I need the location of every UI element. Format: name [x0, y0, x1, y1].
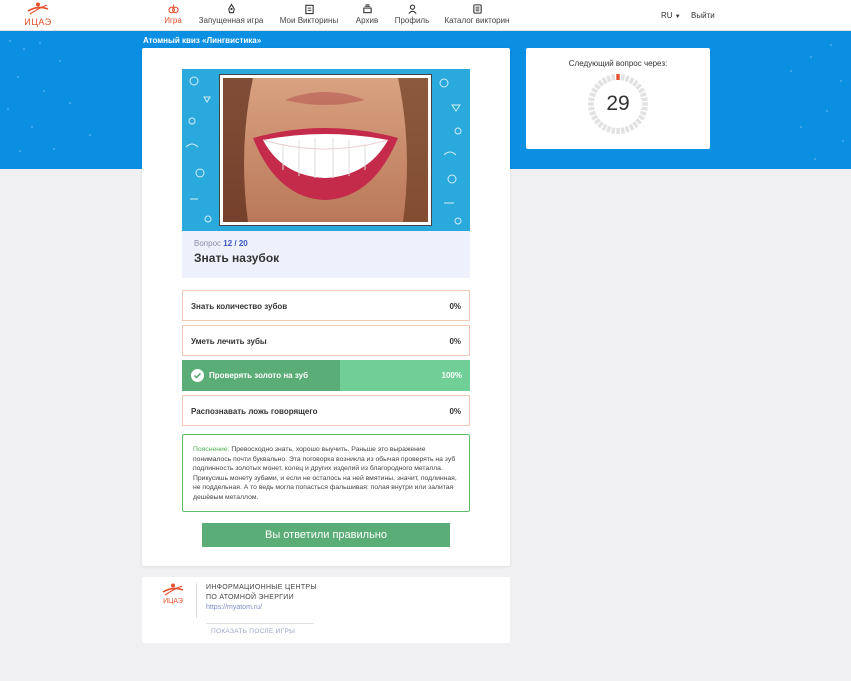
archive-icon — [362, 4, 372, 14]
timer-tick — [635, 118, 643, 125]
answer-option[interactable]: Знать количество зубов 0% — [182, 290, 470, 321]
question-box: Вопрос 12 / 20 Знать назубок — [182, 231, 470, 278]
next-question-timer: Следующий вопрос через: 29 — [526, 48, 710, 149]
question-image — [182, 69, 470, 231]
explanation-text: Превосходно знать, хорошо выучить. Раньш… — [193, 446, 457, 501]
question-prefix: Вопрос — [194, 239, 222, 248]
answer-label: Уметь лечить зубы — [191, 337, 267, 346]
timer-tick — [593, 83, 601, 90]
timer-tick — [611, 127, 616, 134]
timer-tick — [628, 123, 635, 131]
quiz-title: Атомный квиз «Лингвистика» — [143, 36, 262, 45]
timer-label: Следующий вопрос через: — [568, 59, 668, 68]
timer-tick — [620, 74, 625, 81]
quizzes-icon — [304, 4, 314, 15]
smile-illustration — [223, 78, 428, 222]
timer-tick — [597, 121, 604, 129]
answer-percent: 0% — [449, 302, 461, 311]
timer-tick — [593, 118, 601, 125]
profile-icon — [407, 4, 417, 14]
explanation-heading: Пояснение: — [193, 446, 230, 453]
answer-percent: 0% — [449, 407, 461, 416]
site-logo[interactable]: ИЦАЭ — [20, 2, 56, 28]
question-card: Вопрос 12 / 20 Знать назубок Знать колич… — [142, 48, 510, 566]
nav-item-game[interactable]: Игра — [161, 3, 185, 29]
nav-item-catalog[interactable]: Каталог викторин — [444, 3, 510, 29]
footer-divider — [196, 583, 197, 618]
timer-tick — [601, 123, 608, 131]
show-after-game-link[interactable]: ПОКАЗАТЬ ПОСЛЕ ИГРЫ — [211, 628, 295, 635]
organization-name: ИНФОРМАЦИОННЫЕ ЦЕНТРЫ ПО АТОМНОЙ ЭНЕРГИИ — [206, 583, 317, 603]
footer-logo: ИЦАЭ — [159, 583, 187, 611]
organization-line-1: ИНФОРМАЦИОННЫЕ ЦЕНТРЫ — [206, 584, 317, 591]
timer-tick — [635, 83, 643, 90]
nav-item-profile[interactable]: Профиль — [394, 3, 430, 29]
gamepad-icon — [167, 4, 179, 14]
answer-option[interactable]: Распознавать ложь говорящего 0% — [182, 395, 470, 426]
organization-url[interactable]: https://myatom.ru/ — [206, 604, 262, 611]
organization-line-2: ПО АТОМНОЙ ЭНЕРГИИ — [206, 594, 294, 601]
timer-tick — [620, 127, 625, 134]
language-label: RU — [661, 11, 673, 20]
rocket-icon — [227, 3, 235, 14]
caret-down-icon: ▼ — [674, 14, 681, 20]
timer-tick — [606, 125, 612, 133]
logo-text: ИЦАЭ — [24, 17, 52, 27]
nav-label-catalog: Каталог викторин — [444, 16, 510, 25]
timer-tick — [606, 75, 612, 83]
timer-tick — [637, 114, 645, 121]
timer-tick — [601, 77, 608, 85]
nav-item-my-quizzes[interactable]: Мои Викторины — [278, 3, 340, 29]
banner-texture — [7, 40, 91, 152]
answer-label: Распознавать ложь говорящего — [191, 407, 318, 416]
nav-label-game: Игра — [164, 16, 182, 25]
language-selector[interactable]: RU ▼ — [661, 11, 681, 20]
atom-logo-icon — [162, 583, 184, 596]
timer-tick — [628, 77, 635, 85]
question-text: Знать назубок — [194, 251, 280, 265]
check-icon — [191, 369, 204, 382]
timer-seconds: 29 — [606, 92, 630, 115]
smile-photo — [220, 75, 431, 225]
nav-item-archive[interactable]: Архив — [354, 3, 380, 29]
nav-label-profile: Профиль — [394, 16, 430, 25]
timer-tick — [632, 121, 639, 129]
answer-option[interactable]: Уметь лечить зубы 0% — [182, 325, 470, 356]
footer-logo-text: ИЦАЭ — [163, 598, 183, 605]
timer-tick — [624, 125, 630, 133]
timer-tick — [624, 75, 630, 83]
timer-tick — [591, 114, 599, 121]
timer-tick — [597, 79, 604, 87]
explanation-box: Пояснение: Превосходно знать, хорошо выу… — [182, 434, 470, 512]
timer-tick — [611, 74, 616, 81]
answer-percent: 100% — [441, 371, 462, 380]
answer-option-correct[interactable]: Проверять золото на зуб 100% — [182, 360, 470, 391]
footer-separator — [206, 623, 314, 624]
nav-label-running-game: Запущенная игра — [198, 16, 264, 25]
answer-percent: 0% — [449, 337, 461, 346]
answer-label: Знать количество зубов — [191, 302, 288, 311]
question-counter: Вопрос 12 / 20 — [194, 239, 248, 248]
answer-label: Проверять золото на зуб — [209, 371, 309, 380]
banner-texture — [790, 44, 844, 160]
footer-card: ИЦАЭ ИНФОРМАЦИОННЫЕ ЦЕНТРЫ ПО АТОМНОЙ ЭН… — [142, 577, 510, 643]
nav-item-running-game[interactable]: Запущенная игра — [196, 3, 266, 29]
question-number: 12 / 20 — [223, 239, 248, 248]
nav-label-my-quizzes: Мои Викторины — [279, 16, 339, 25]
atom-logo-icon — [27, 2, 49, 15]
timer-tick — [632, 79, 639, 87]
nav-label-archive: Архив — [355, 16, 379, 25]
result-banner: Вы ответили правильно — [202, 523, 450, 547]
catalog-icon — [472, 4, 482, 14]
top-navbar: ИЦАЭ Игра Запущенная игра Мои Викторины … — [0, 0, 851, 31]
logout-link[interactable]: Выйти — [691, 11, 715, 20]
